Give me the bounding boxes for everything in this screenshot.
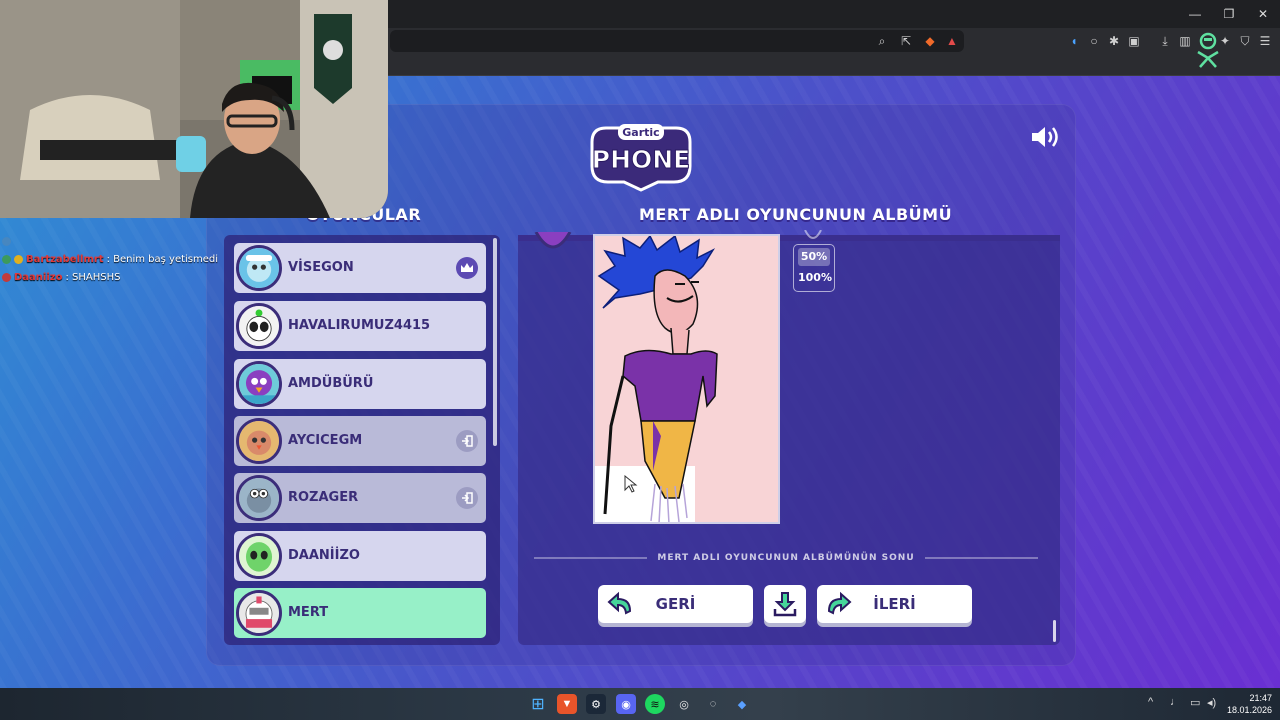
- zoom-selector: 50% 100%: [793, 244, 835, 292]
- download-icon[interactable]: ⤓: [1157, 33, 1173, 49]
- audio-playing-icon[interactable]: ◖: [1066, 33, 1082, 49]
- album-heading: MERT ADLI OYUNCUNUN ALBÜMÜ: [639, 205, 953, 224]
- obs-icon[interactable]: ◎: [674, 694, 694, 714]
- album-end-text: MERT ADLI OYUNCUNUN ALBÜMÜNÜN SONU: [657, 553, 915, 563]
- clock-time: 21:47: [1249, 693, 1272, 703]
- vpn-shield-icon[interactable]: ⛉: [1237, 33, 1253, 49]
- restore-button[interactable]: ❐: [1212, 0, 1246, 28]
- speaker-icon: [1032, 127, 1058, 147]
- close-button[interactable]: ✕: [1246, 0, 1280, 28]
- chat-badge-icon: [14, 254, 23, 264]
- player-avatar: [236, 533, 282, 579]
- player-name: HAVALIRUMUZ4415: [288, 318, 431, 333]
- volume-icon[interactable]: ◂): [1207, 696, 1216, 709]
- player-avatar: [236, 475, 282, 521]
- stream-chat: Bartzabellmrt : Benim baş yetismedi Daan…: [2, 232, 232, 286]
- player-name: AMDÜBÜRÜ: [288, 376, 374, 391]
- chat-badge-icon: [2, 254, 11, 264]
- zoom-100-option[interactable]: 100%: [798, 269, 832, 287]
- back-arrow-icon: [607, 591, 632, 615]
- logo-small-text: Gartic: [622, 126, 659, 139]
- player-name: DAANİİZO: [288, 548, 360, 563]
- player-name: VİSEGON: [288, 260, 354, 275]
- tray-overflow-icon[interactable]: ^: [1148, 696, 1153, 708]
- rewards-icon[interactable]: ▲: [942, 30, 962, 52]
- chat-message: : Benim baş yetismedi: [106, 253, 219, 265]
- taskbar: ⊞ ▼ ⚙ ◉ ≋ ◎ ◌ ◆ ^ ♩ ▭ ◂) 21:47 18.01.202…: [0, 688, 1280, 720]
- player-row[interactable]: AYCICEGM: [234, 416, 486, 466]
- album-scrollbar[interactable]: [1053, 620, 1056, 642]
- player-row[interactable]: VİSEGON: [234, 243, 486, 293]
- drawing-tool-icon-partial: [804, 230, 822, 239]
- network-icon[interactable]: ▭: [1190, 696, 1200, 709]
- players-scrollbar[interactable]: [493, 238, 497, 446]
- brave-browser-icon[interactable]: ▼: [557, 694, 577, 714]
- player-avatar: [236, 590, 282, 636]
- clock[interactable]: 21:47 18.01.2026: [1227, 692, 1272, 716]
- back-button[interactable]: GERİ: [598, 585, 753, 623]
- windows-start-icon[interactable]: ⊞: [528, 694, 548, 714]
- album-end-divider: MERT ADLI OYUNCUNUN ALBÜMÜNÜN SONU: [534, 551, 1038, 565]
- player-name: MERT: [288, 605, 329, 620]
- sidebar-icon[interactable]: ▥: [1177, 33, 1193, 49]
- screenshot-icon[interactable]: ▣: [1126, 33, 1142, 49]
- chat-line: Bartzabellmrt : Benim baş yetismedi: [2, 250, 232, 268]
- author-avatar-partial: [534, 232, 572, 249]
- player-row[interactable]: DAANİİZO: [234, 531, 486, 581]
- crown-icon: [456, 257, 478, 279]
- app-icon[interactable]: ◆: [732, 694, 752, 714]
- gartic-phone-logo: Gartic PHONE: [590, 124, 692, 192]
- player-row-current[interactable]: MERT: [234, 588, 486, 638]
- player-row[interactable]: HAVALIRUMUZ4415: [234, 301, 486, 351]
- download-icon: [773, 592, 797, 617]
- player-name: AYCICEGM: [288, 433, 363, 448]
- menu-icon[interactable]: ☰: [1257, 33, 1273, 49]
- app-icon[interactable]: ◌: [703, 694, 723, 714]
- player-row[interactable]: AMDÜBÜRÜ: [234, 359, 486, 409]
- stream-overlay-figure-icon: [1197, 32, 1219, 68]
- player-name: ROZAGER: [288, 490, 359, 505]
- album-drawing: [593, 234, 780, 524]
- zoom-icon[interactable]: ⌕: [872, 30, 892, 52]
- sound-button[interactable]: [1028, 122, 1064, 152]
- chat-line-faded: [2, 232, 232, 250]
- chat-message: : SHAHSHS: [65, 271, 121, 283]
- next-button-label: İLERİ: [873, 595, 916, 613]
- chat-username: Daaniizo: [14, 271, 63, 283]
- chat-badge-icon: [2, 272, 11, 282]
- microphone-icon[interactable]: ♩: [1170, 696, 1181, 708]
- webcam-overlay: [0, 0, 388, 218]
- wallet-icon[interactable]: ○: [1086, 33, 1102, 49]
- player-avatar: [236, 245, 282, 291]
- next-button[interactable]: İLERİ: [817, 585, 972, 623]
- discord-icon[interactable]: ◉: [616, 694, 636, 714]
- player-row[interactable]: ROZAGER: [234, 473, 486, 523]
- chat-line: Daaniizo : SHAHSHS: [2, 268, 232, 286]
- clock-date: 18.01.2026: [1226, 705, 1272, 715]
- zoom-50-option[interactable]: 50%: [798, 248, 830, 266]
- back-button-label: GERİ: [655, 595, 696, 613]
- extensions-icon[interactable]: ✱: [1106, 33, 1122, 49]
- steam-icon[interactable]: ⚙: [586, 694, 606, 714]
- window-controls: — ❐ ✕: [1178, 0, 1280, 28]
- brave-shield-icon[interactable]: ◆: [920, 30, 940, 52]
- minimize-button[interactable]: —: [1178, 0, 1212, 28]
- chat-username: Bartzabellmrt: [26, 253, 104, 265]
- players-list: VİSEGON HAVALIRUMUZ4415 AMDÜBÜRÜ AYCICEG…: [224, 235, 500, 645]
- mouse-cursor-icon: [624, 475, 638, 493]
- player-avatar: [236, 361, 282, 407]
- left-game-icon: [456, 430, 478, 452]
- spotify-icon[interactable]: ≋: [645, 694, 665, 714]
- next-arrow-icon: [827, 591, 852, 615]
- download-button[interactable]: [764, 585, 806, 623]
- player-avatar: [236, 303, 282, 349]
- logo-main-text: PHONE: [592, 145, 691, 174]
- address-bar[interactable]: ⌕ ⇱ ◆ ▲: [390, 30, 964, 52]
- share-icon[interactable]: ⇱: [896, 30, 916, 52]
- player-avatar: [236, 418, 282, 464]
- left-game-icon: [456, 487, 478, 509]
